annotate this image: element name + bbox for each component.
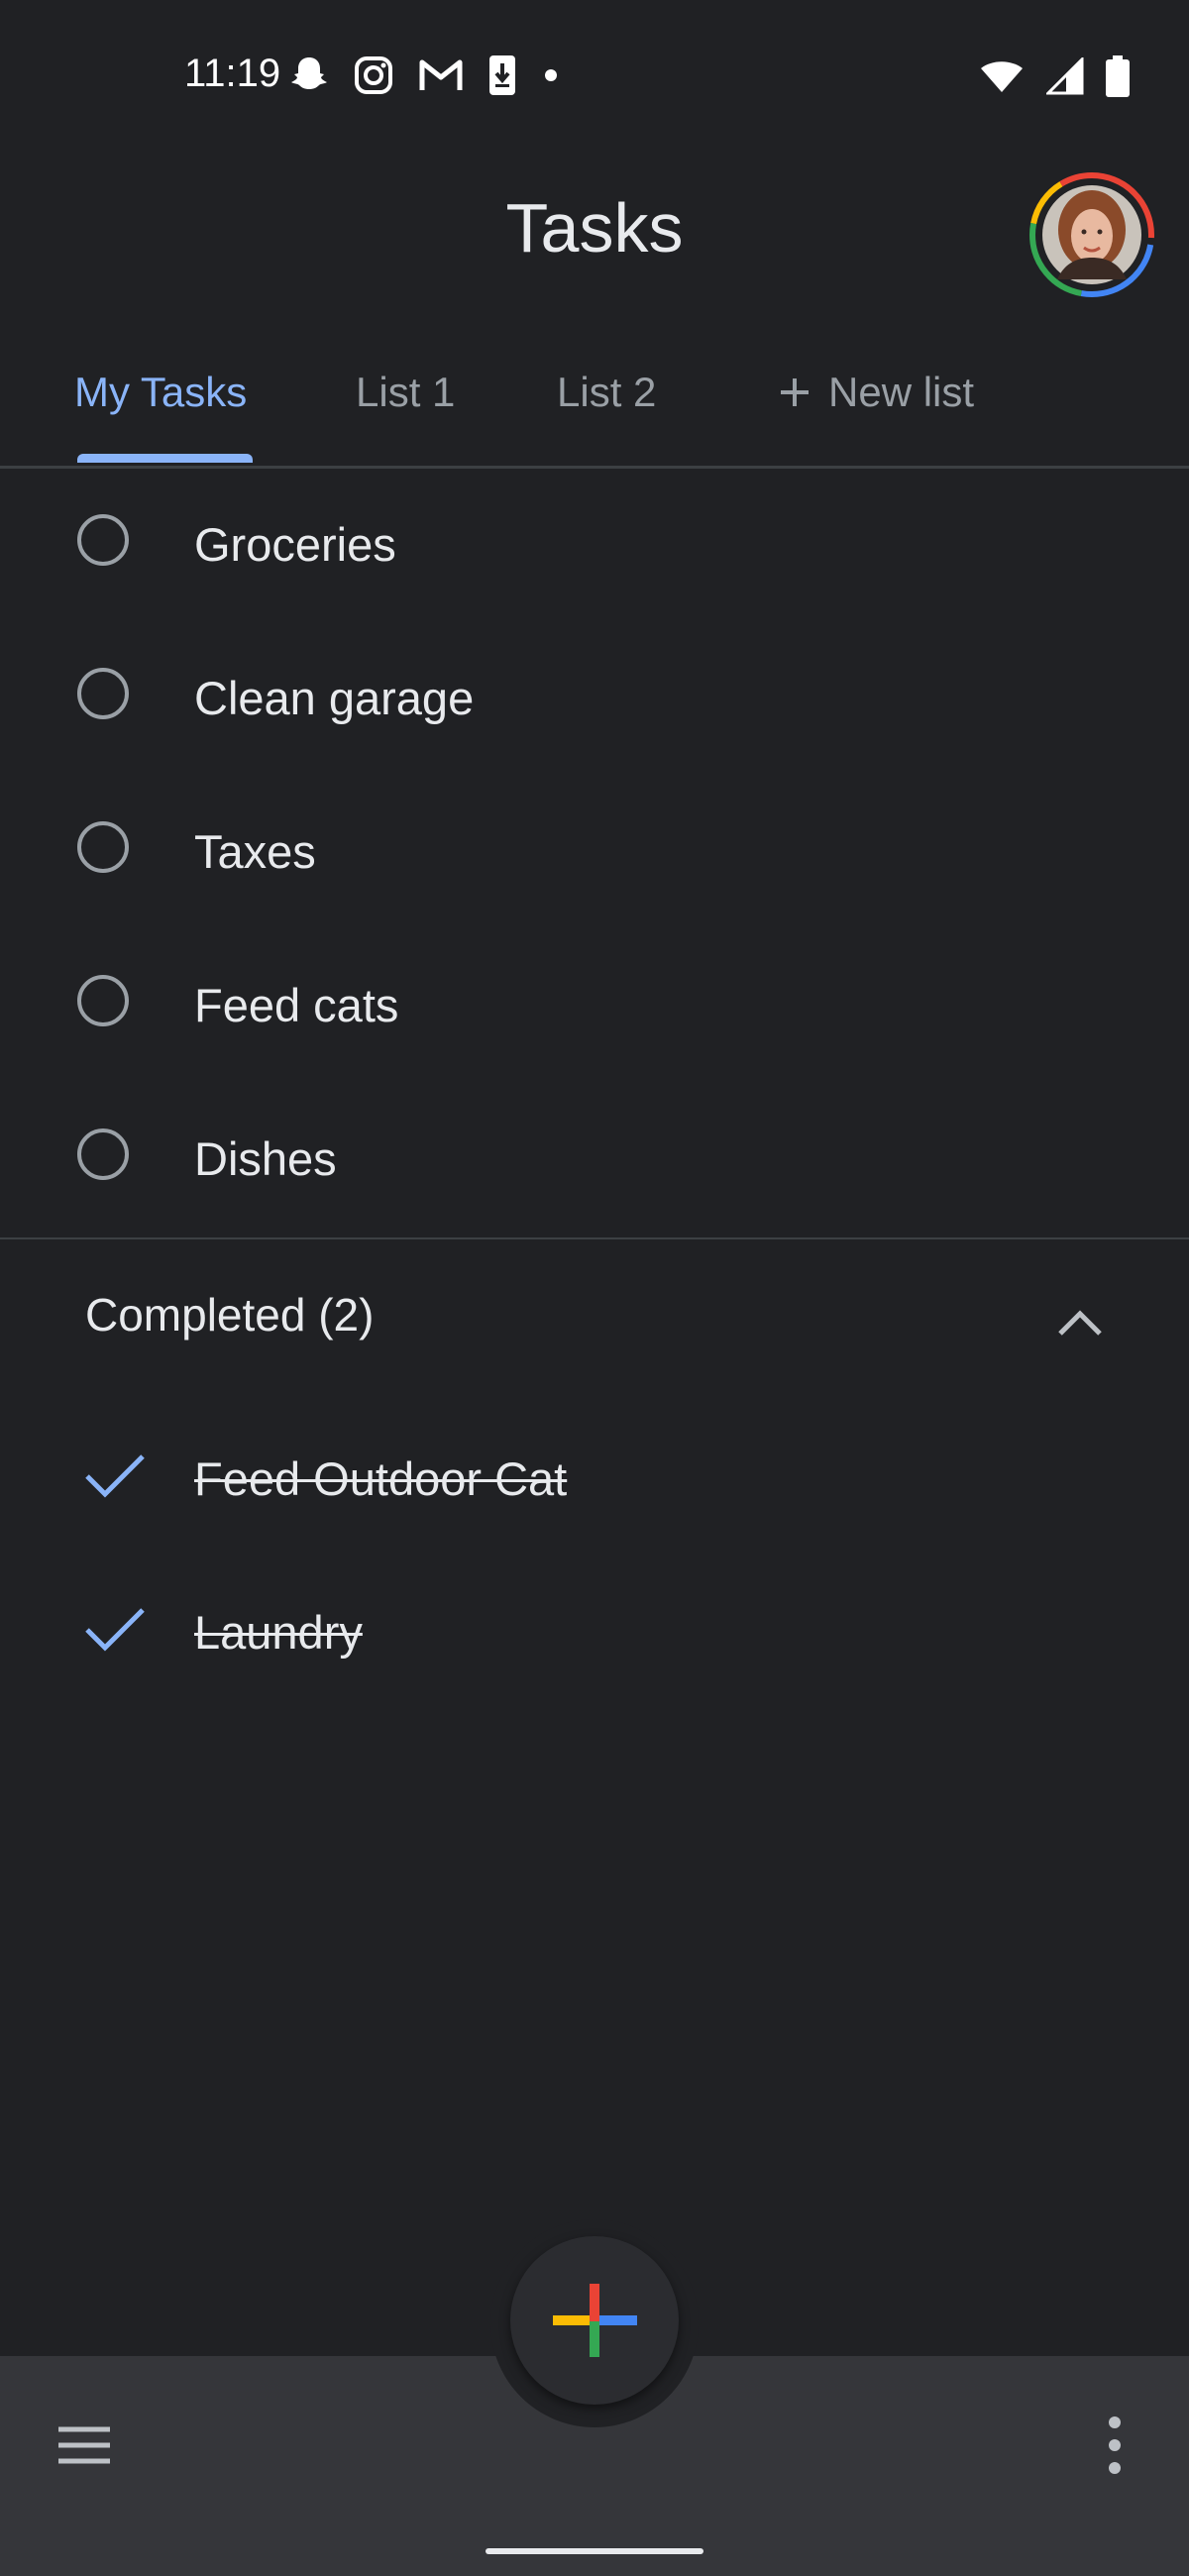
completed-task-title: Feed Outdoor Cat <box>194 1452 568 1505</box>
task-checkbox[interactable] <box>77 668 129 719</box>
system-icons <box>979 55 1130 97</box>
task-checkbox[interactable] <box>77 975 129 1026</box>
download-icon <box>489 55 515 95</box>
completed-task-title: Laundry <box>194 1606 363 1659</box>
status-bar: 11:19 <box>0 0 1189 149</box>
tab-list-1[interactable]: List 1 <box>356 369 455 416</box>
instagram-icon <box>355 56 392 94</box>
task-title: Dishes <box>194 1132 337 1185</box>
menu-icon[interactable] <box>54 2415 114 2475</box>
notification-icons <box>289 54 561 97</box>
gesture-handle[interactable] <box>486 2548 703 2554</box>
task-title: Feed cats <box>194 979 399 1031</box>
completed-header[interactable]: Completed (2) <box>85 1288 374 1342</box>
check-icon[interactable] <box>81 1600 151 1660</box>
task-checkbox[interactable] <box>77 1128 129 1180</box>
task-row[interactable]: Dishes <box>0 1082 1189 1235</box>
task-title: Clean garage <box>194 672 475 724</box>
signal-icon <box>1046 57 1084 95</box>
wifi-icon <box>981 61 1023 92</box>
task-row[interactable]: Groceries <box>0 468 1189 621</box>
completed-task-row[interactable]: Laundry <box>0 1551 1189 1704</box>
dot-icon <box>545 69 557 81</box>
chevron-up-icon[interactable] <box>1050 1298 1110 1347</box>
page-title: Tasks <box>505 189 684 267</box>
section-divider <box>0 1237 1189 1239</box>
task-title: Groceries <box>194 518 396 571</box>
gmail-icon <box>419 59 463 90</box>
task-title: Taxes <box>194 825 316 878</box>
task-checkbox[interactable] <box>77 821 129 873</box>
add-task-button[interactable] <box>510 2236 679 2405</box>
tab-list-2[interactable]: List 2 <box>557 369 656 416</box>
completed-task-row[interactable]: Feed Outdoor Cat <box>0 1397 1189 1551</box>
plus-icon <box>781 378 809 406</box>
active-tab-indicator <box>77 454 253 463</box>
account-avatar[interactable] <box>1027 170 1156 299</box>
task-row[interactable]: Clean garage <box>0 621 1189 775</box>
task-row[interactable]: Feed cats <box>0 928 1189 1082</box>
task-row[interactable]: Taxes <box>0 775 1189 928</box>
task-checkbox[interactable] <box>77 514 129 566</box>
battery-icon <box>1106 55 1130 97</box>
tab-my-tasks[interactable]: My Tasks <box>74 369 247 416</box>
snapchat-icon <box>291 57 327 89</box>
list-tabs: My Tasks List 1 List 2 New list <box>0 357 1189 469</box>
check-icon[interactable] <box>81 1447 151 1506</box>
more-options-icon[interactable] <box>1090 2411 1139 2480</box>
plus-multicolor-icon <box>553 2284 637 2357</box>
tab-new-list[interactable]: New list <box>777 369 974 416</box>
status-time: 11:19 <box>184 52 281 95</box>
new-list-label: New list <box>828 369 975 415</box>
